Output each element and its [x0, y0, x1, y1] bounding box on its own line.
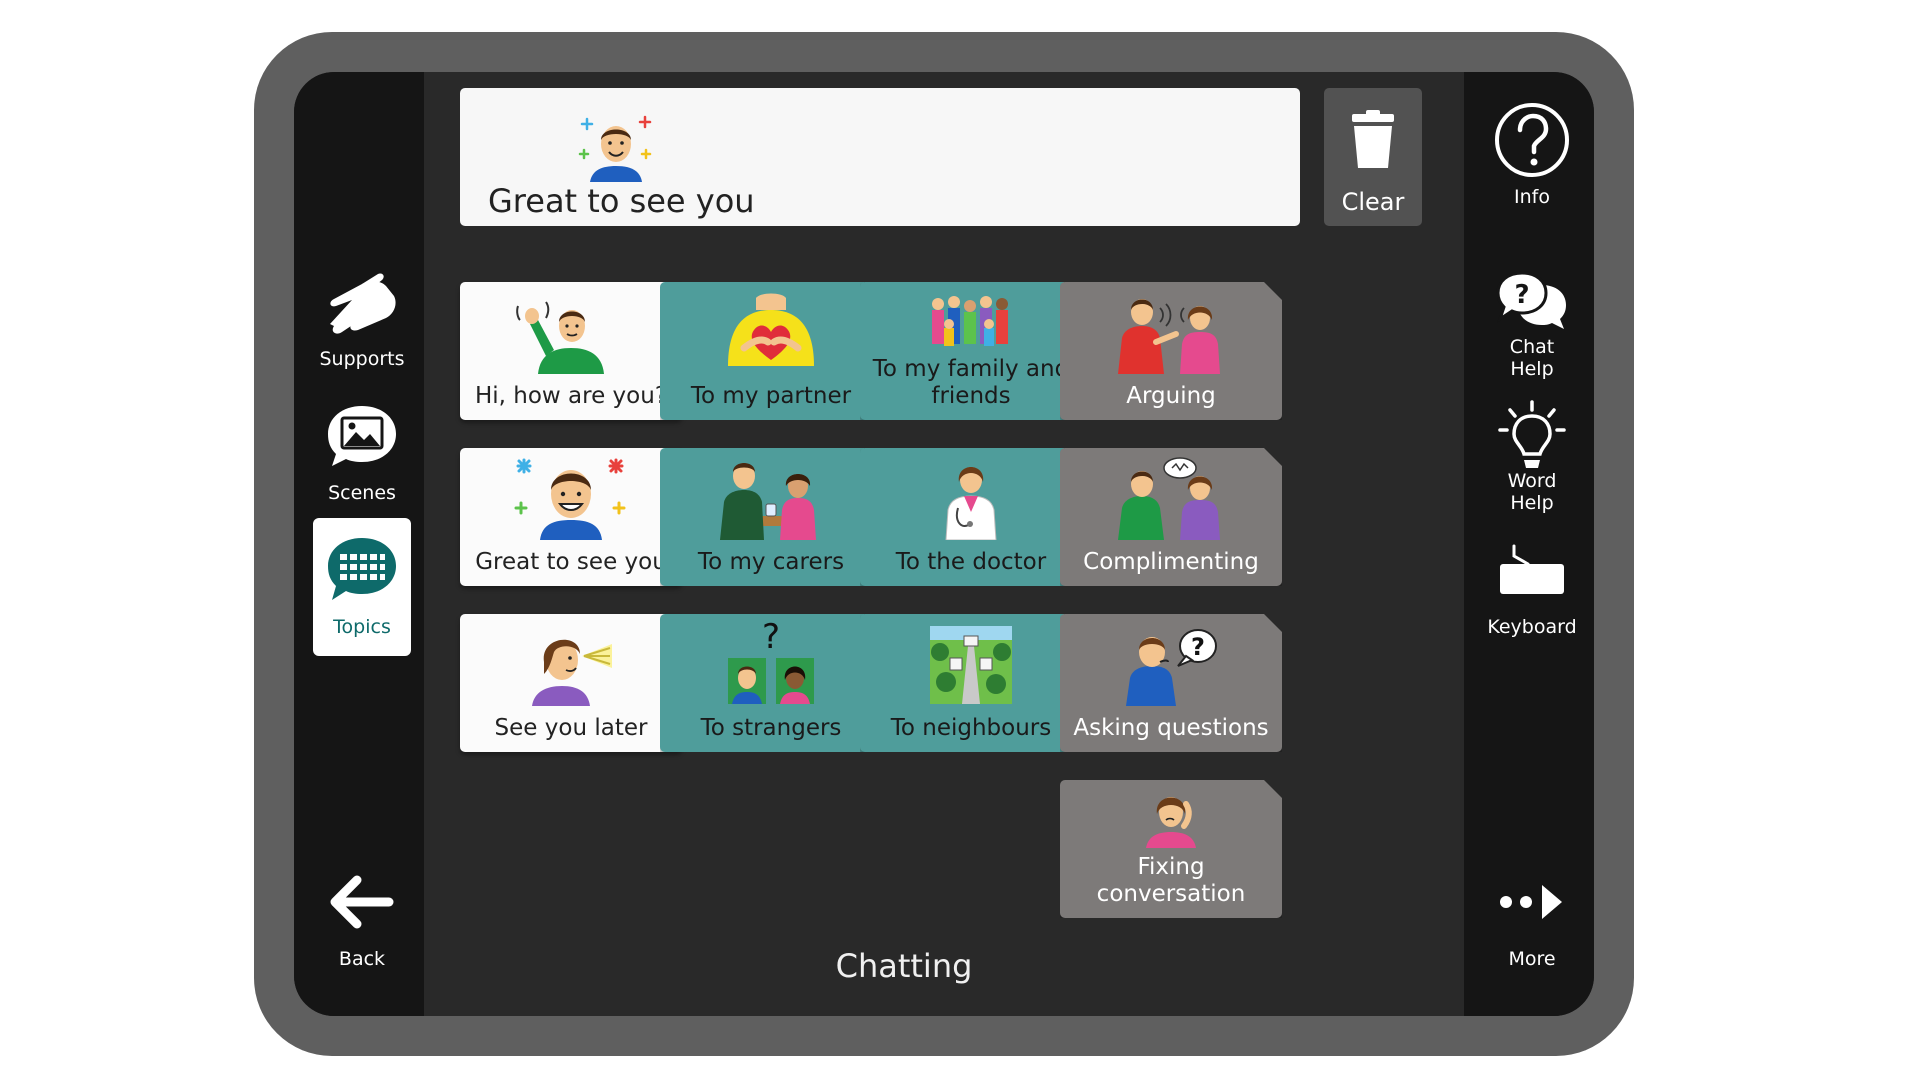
question-circle-icon: [1483, 98, 1581, 182]
tile-label: To the doctor: [895, 549, 1047, 575]
back-label: Back: [338, 948, 386, 970]
tile-complimenting[interactable]: Complimenting: [1060, 448, 1282, 586]
tile-label: To strangers: [700, 715, 842, 741]
trash-icon: [1352, 110, 1394, 168]
word-help-label: Word Help: [1507, 470, 1557, 514]
tile-label: See you later: [494, 715, 648, 741]
tile-label: To my carers: [697, 549, 845, 575]
tile-label: Great to see you: [475, 549, 667, 575]
message-bar[interactable]: Great to see you: [460, 88, 1300, 226]
scenes-label: Scenes: [328, 482, 396, 504]
chat-help-label: Chat Help: [1509, 336, 1555, 380]
info-button[interactable]: Info: [1483, 88, 1581, 226]
tile-label: To my partner: [690, 383, 852, 409]
tile-fixing-conversation[interactable]: Fixing conversation: [1060, 780, 1282, 918]
app-screen: Supports Scenes Topics Back Info ? Chat …: [294, 72, 1594, 1016]
complimenting-people-icon: [1110, 456, 1232, 540]
keyboard-label: Keyboard: [1487, 616, 1577, 638]
back-button[interactable]: Back: [313, 850, 411, 988]
tile-label: Arguing: [1126, 383, 1216, 409]
clear-label: Clear: [1341, 188, 1405, 216]
chat-help-icon: ?: [1483, 260, 1581, 344]
keyboard-icon: [1483, 528, 1581, 612]
topics-button[interactable]: Topics: [313, 518, 411, 656]
left-sidebar: Supports Scenes Topics Back: [294, 72, 424, 1016]
more-label: More: [1508, 948, 1556, 970]
tile-label: Fixing conversation: [1096, 854, 1246, 907]
more-arrow-icon: [1483, 860, 1581, 944]
svg-text:?: ?: [762, 622, 780, 657]
smiling-man-icon: [514, 458, 626, 540]
tile-to-neighbours[interactable]: To neighbours: [860, 614, 1082, 752]
lightbulb-icon: [1483, 394, 1581, 478]
neighbourhood-icon: [910, 622, 1032, 706]
arrow-left-icon: [313, 860, 411, 944]
tile-to-strangers[interactable]: ? To strangers: [660, 614, 882, 752]
waving-man-icon: [516, 301, 604, 374]
tile-label: Hi, how are you?: [474, 383, 668, 409]
tile-hi-how-are-you[interactable]: Hi, how are you?: [460, 282, 682, 420]
tile-to-my-partner[interactable]: To my partner: [660, 282, 882, 420]
tile-label: Asking questions: [1073, 715, 1269, 741]
info-label: Info: [1514, 186, 1550, 208]
page-title: Chatting: [835, 947, 973, 985]
tile-to-the-doctor[interactable]: To the doctor: [860, 448, 1082, 586]
heart-hug-icon: [710, 290, 832, 374]
more-button[interactable]: More: [1483, 850, 1581, 988]
thinking-woman-icon: [1110, 788, 1232, 848]
arguing-people-icon: [1110, 290, 1232, 374]
scene-image-icon: [313, 394, 411, 478]
looking-woman-icon: [532, 639, 612, 706]
tile-label: To my family and friends: [872, 356, 1070, 409]
tile-label: Complimenting: [1083, 549, 1259, 575]
svg-text:?: ?: [1191, 633, 1205, 661]
message-text: Great to see you: [488, 182, 755, 220]
clear-button[interactable]: Clear: [1324, 88, 1422, 226]
doctor-icon: [910, 456, 1032, 540]
tile-see-you-later[interactable]: See you later: [460, 614, 682, 752]
smiling-man-icon: [578, 115, 652, 182]
hand-icon: [313, 260, 411, 344]
tile-asking-questions[interactable]: ? Asking questions: [1060, 614, 1282, 752]
supports-button[interactable]: Supports: [313, 250, 411, 388]
carers-icon: [710, 456, 832, 540]
asking-question-icon: ?: [1110, 622, 1232, 706]
keyboard-button[interactable]: Keyboard: [1483, 518, 1581, 656]
tile-label: To neighbours: [890, 715, 1052, 741]
tile-great-to-see-you[interactable]: Great to see you: [460, 448, 682, 586]
tile-to-my-family-and-friends[interactable]: To my family and friends: [860, 282, 1082, 420]
word-help-button[interactable]: Word Help: [1483, 384, 1581, 522]
right-sidebar: Info ? Chat Help Word Help Keyboard More: [1464, 72, 1594, 1016]
scenes-button[interactable]: Scenes: [313, 384, 411, 522]
topics-label: Topics: [333, 616, 391, 638]
keyboard-bubble-icon: [313, 528, 411, 612]
tile-arguing[interactable]: Arguing: [1060, 282, 1282, 420]
strangers-icon: ?: [710, 622, 832, 706]
supports-label: Supports: [319, 348, 405, 370]
svg-text:?: ?: [1514, 280, 1529, 310]
chat-help-button[interactable]: ? Chat Help: [1483, 250, 1581, 388]
tile-to-my-carers[interactable]: To my carers: [660, 448, 882, 586]
tablet-frame: Supports Scenes Topics Back Info ? Chat …: [254, 32, 1634, 1056]
